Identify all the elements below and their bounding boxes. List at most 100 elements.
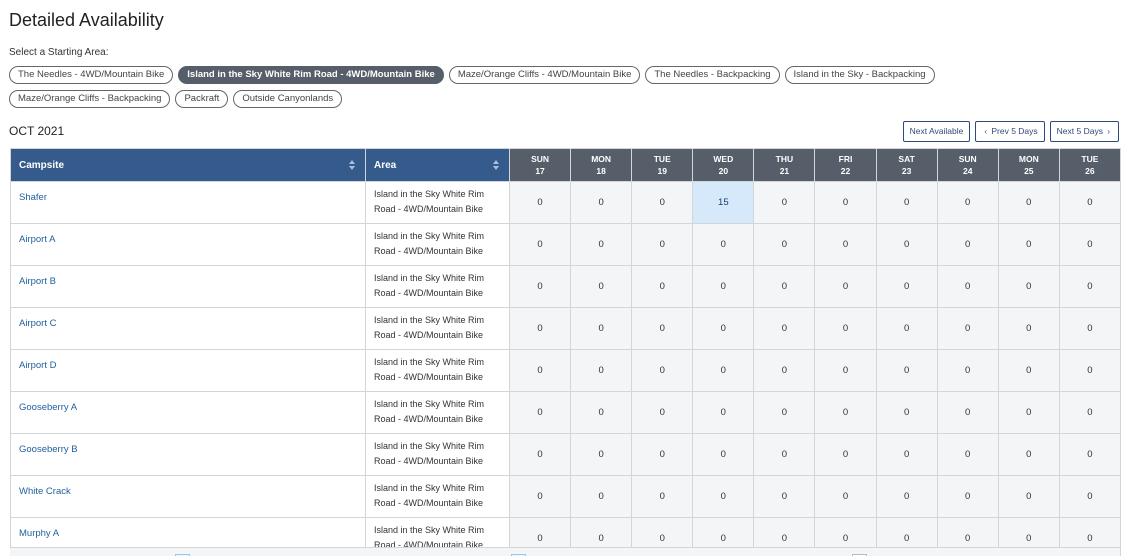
availability-cell[interactable]: 0 bbox=[875, 265, 938, 308]
availability-cell[interactable]: 0 bbox=[631, 223, 694, 266]
campsite-column-header[interactable]: Campsite bbox=[10, 148, 366, 182]
availability-cell[interactable]: 0 bbox=[814, 391, 877, 434]
availability-cell[interactable]: 0 bbox=[936, 391, 999, 434]
area-filter-pill[interactable]: Packraft bbox=[175, 90, 229, 108]
availability-cell[interactable]: 0 bbox=[1058, 265, 1121, 308]
availability-cell[interactable]: 0 bbox=[997, 391, 1060, 434]
availability-cell[interactable]: 0 bbox=[753, 223, 816, 266]
area-filter-pill[interactable]: Maze/Orange Cliffs - Backpacking bbox=[9, 90, 171, 108]
availability-cell[interactable]: 15 bbox=[692, 181, 755, 224]
availability-cell[interactable]: 0 bbox=[1058, 181, 1121, 224]
availability-cell[interactable]: 0 bbox=[631, 307, 694, 350]
availability-cell[interactable]: 0 bbox=[875, 391, 938, 434]
campsite-link[interactable]: Airport D bbox=[19, 360, 56, 371]
availability-cell[interactable]: 0 bbox=[997, 475, 1060, 518]
next-5-days-button[interactable]: Next 5 Days › bbox=[1049, 121, 1119, 142]
availability-cell[interactable]: 0 bbox=[508, 349, 572, 392]
availability-cell[interactable]: 0 bbox=[570, 181, 633, 224]
availability-cell[interactable]: 0 bbox=[875, 349, 938, 392]
availability-cell[interactable]: 0 bbox=[875, 475, 938, 518]
availability-cell[interactable]: 0 bbox=[753, 307, 816, 350]
availability-cell[interactable]: 0 bbox=[814, 181, 877, 224]
availability-cell[interactable]: 0 bbox=[875, 307, 938, 350]
availability-cell[interactable]: 0 bbox=[508, 307, 572, 350]
availability-cell[interactable]: 0 bbox=[570, 307, 633, 350]
availability-cell[interactable]: 0 bbox=[936, 307, 999, 350]
availability-cell[interactable]: 0 bbox=[570, 475, 633, 518]
availability-cell[interactable]: 0 bbox=[631, 475, 694, 518]
availability-cell[interactable]: 0 bbox=[631, 181, 694, 224]
availability-cell[interactable]: 0 bbox=[997, 349, 1060, 392]
campsite-link[interactable]: Gooseberry B bbox=[19, 444, 78, 455]
availability-cell[interactable]: 0 bbox=[997, 433, 1060, 476]
area-filter-pill[interactable]: Outside Canyonlands bbox=[233, 90, 343, 108]
availability-cell[interactable]: 0 bbox=[570, 349, 633, 392]
campsite-link[interactable]: Gooseberry A bbox=[19, 402, 77, 413]
campsite-link[interactable]: Airport C bbox=[19, 318, 56, 329]
availability-cell[interactable]: 0 bbox=[814, 433, 877, 476]
availability-cell[interactable]: 0 bbox=[1058, 475, 1121, 518]
availability-cell[interactable]: 0 bbox=[508, 391, 572, 434]
availability-cell[interactable]: 0 bbox=[997, 181, 1060, 224]
availability-cell[interactable]: 0 bbox=[753, 349, 816, 392]
availability-cell[interactable]: 0 bbox=[875, 433, 938, 476]
availability-cell[interactable]: 0 bbox=[631, 265, 694, 308]
availability-cell[interactable]: 0 bbox=[631, 391, 694, 434]
availability-cell[interactable]: 0 bbox=[814, 307, 877, 350]
availability-cell[interactable]: 0 bbox=[875, 181, 938, 224]
next-available-button[interactable]: Next Available bbox=[902, 121, 971, 142]
area-column-header[interactable]: Area bbox=[365, 148, 510, 182]
prev-5-days-button[interactable]: ‹ Prev 5 Days bbox=[975, 121, 1045, 142]
availability-cell[interactable]: 0 bbox=[692, 475, 755, 518]
area-filter-pill[interactable]: Island in the Sky - Backpacking bbox=[784, 66, 935, 84]
availability-cell[interactable]: 0 bbox=[753, 265, 816, 308]
availability-cell[interactable]: 0 bbox=[631, 433, 694, 476]
availability-cell[interactable]: 0 bbox=[692, 307, 755, 350]
campsite-link[interactable]: Airport A bbox=[19, 234, 55, 245]
campsite-link[interactable]: White Crack bbox=[19, 486, 71, 497]
availability-cell[interactable]: 0 bbox=[570, 433, 633, 476]
availability-cell[interactable]: 0 bbox=[814, 223, 877, 266]
availability-cell[interactable]: 0 bbox=[936, 265, 999, 308]
area-filter-pill[interactable]: The Needles - 4WD/Mountain Bike bbox=[9, 66, 174, 84]
campsite-link[interactable]: Shafer bbox=[19, 192, 47, 203]
availability-cell[interactable]: 0 bbox=[692, 433, 755, 476]
campsite-link[interactable]: Murphy A bbox=[19, 528, 59, 539]
availability-cell[interactable]: 0 bbox=[508, 475, 572, 518]
availability-cell[interactable]: 0 bbox=[570, 265, 633, 308]
availability-cell[interactable]: 0 bbox=[753, 433, 816, 476]
availability-cell[interactable]: 0 bbox=[753, 391, 816, 434]
availability-cell[interactable]: 0 bbox=[570, 223, 633, 266]
availability-cell[interactable]: 0 bbox=[1058, 391, 1121, 434]
availability-cell[interactable]: 0 bbox=[997, 265, 1060, 308]
area-filter-pill[interactable]: Maze/Orange Cliffs - 4WD/Mountain Bike bbox=[448, 66, 641, 84]
availability-cell[interactable]: 0 bbox=[936, 349, 999, 392]
availability-cell[interactable]: 0 bbox=[1058, 223, 1121, 266]
availability-cell[interactable]: 0 bbox=[997, 307, 1060, 350]
availability-cell[interactable]: 0 bbox=[692, 265, 755, 308]
availability-cell[interactable]: 0 bbox=[814, 475, 877, 518]
availability-cell[interactable]: 0 bbox=[753, 475, 816, 518]
availability-cell[interactable]: 0 bbox=[692, 349, 755, 392]
availability-cell[interactable]: 0 bbox=[508, 181, 572, 224]
availability-cell[interactable]: 0 bbox=[692, 391, 755, 434]
availability-cell[interactable]: 0 bbox=[1058, 433, 1121, 476]
availability-cell[interactable]: 0 bbox=[692, 223, 755, 266]
availability-cell[interactable]: 0 bbox=[570, 391, 633, 434]
area-filter-pill[interactable]: Island in the Sky White Rim Road - 4WD/M… bbox=[178, 66, 444, 84]
availability-cell[interactable]: 0 bbox=[875, 223, 938, 266]
availability-cell[interactable]: 0 bbox=[631, 349, 694, 392]
availability-cell[interactable]: 0 bbox=[814, 349, 877, 392]
availability-cell[interactable]: 0 bbox=[936, 433, 999, 476]
area-filter-pill[interactable]: The Needles - Backpacking bbox=[645, 66, 780, 84]
availability-cell[interactable]: 0 bbox=[936, 475, 999, 518]
availability-cell[interactable]: 0 bbox=[508, 433, 572, 476]
availability-cell[interactable]: 0 bbox=[508, 265, 572, 308]
availability-cell[interactable]: 0 bbox=[1058, 307, 1121, 350]
campsite-link[interactable]: Airport B bbox=[19, 276, 56, 287]
availability-cell[interactable]: 0 bbox=[1058, 349, 1121, 392]
availability-cell[interactable]: 0 bbox=[997, 223, 1060, 266]
availability-cell[interactable]: 0 bbox=[508, 223, 572, 266]
availability-cell[interactable]: 0 bbox=[936, 223, 999, 266]
availability-cell[interactable]: 0 bbox=[753, 181, 816, 224]
